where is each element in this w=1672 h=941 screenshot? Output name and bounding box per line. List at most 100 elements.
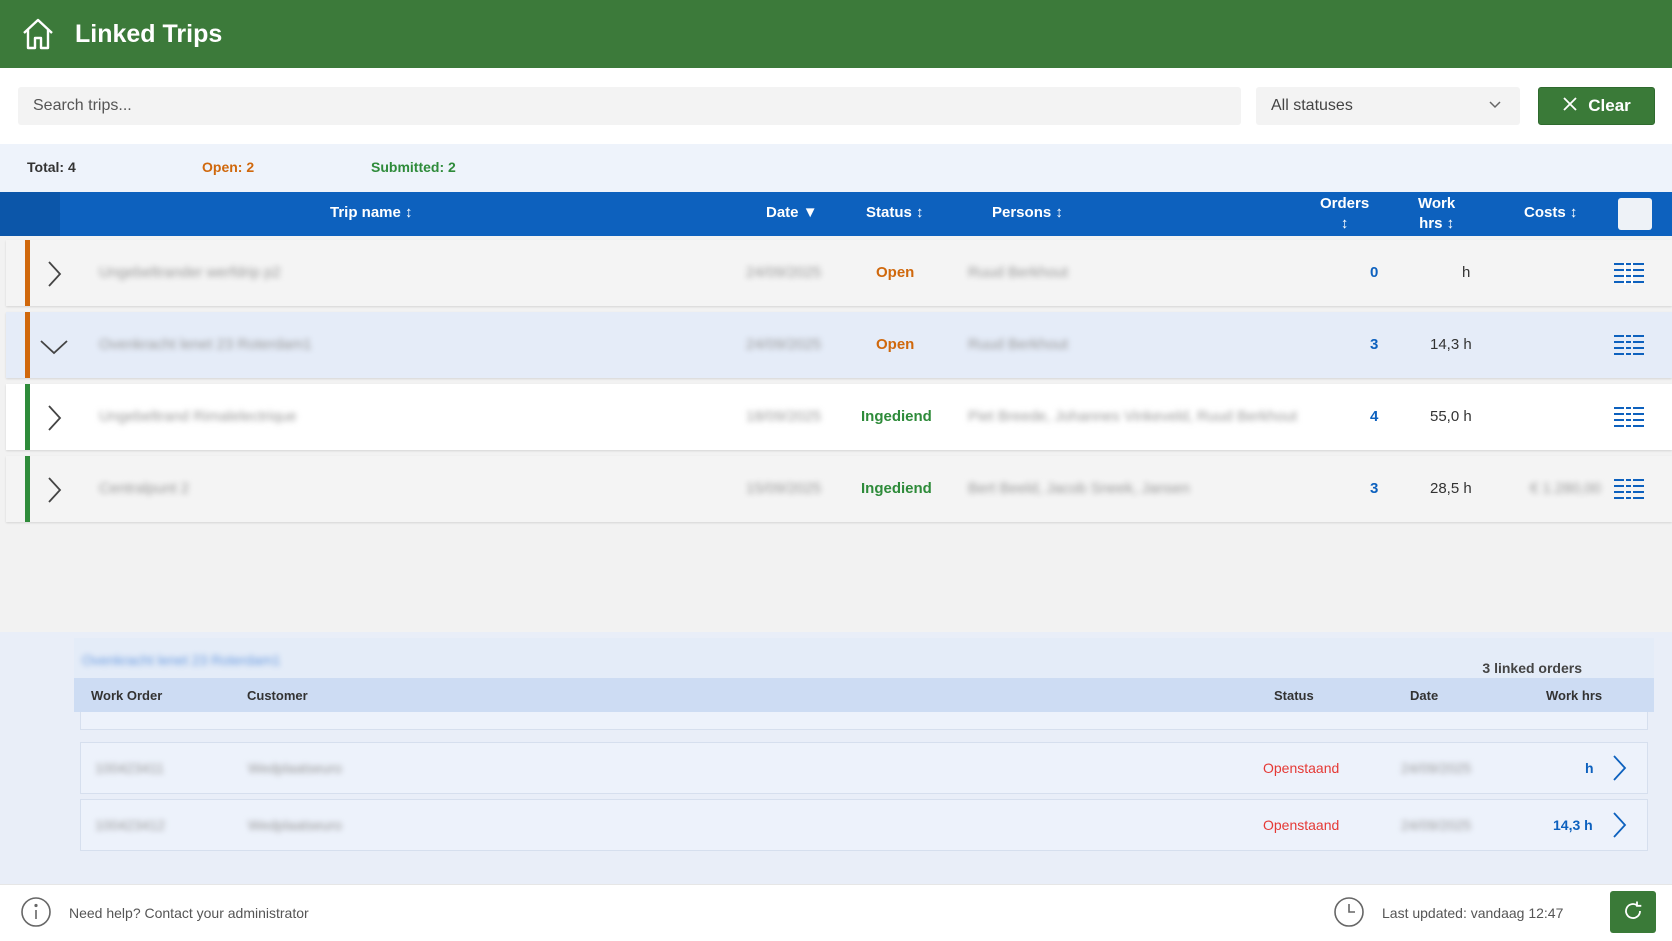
list-menu-icon[interactable]	[1613, 406, 1645, 435]
col-date[interactable]: Date ▼	[766, 204, 818, 221]
filter-bar: All statuses Clear	[0, 68, 1672, 144]
trip-date: 18/09/2025	[746, 408, 822, 425]
sort-icon: ↕	[1446, 215, 1455, 232]
search-input[interactable]	[18, 87, 1241, 125]
col-date: Date	[1410, 688, 1439, 703]
chevron-right-icon[interactable]	[36, 400, 72, 436]
stat-total: Total: 4	[27, 159, 76, 175]
trip-orders: 3	[1370, 480, 1379, 497]
trip-work-hrs: 28,5 h	[1430, 480, 1472, 497]
trip-costs: € 1.280,00	[1530, 480, 1601, 497]
order-status: Openstaand	[1263, 760, 1340, 776]
sort-icon: ↕	[916, 204, 924, 221]
sort-icon: ↕	[1340, 215, 1349, 232]
trip-persons: Ruud Berkhout	[968, 264, 1069, 281]
col-costs[interactable]: Costs ↕	[1524, 204, 1577, 221]
col-customer: Customer	[247, 688, 308, 703]
order-work-hrs: h	[1585, 760, 1594, 776]
stat-submitted: Submitted: 2	[371, 159, 456, 175]
trip-orders: 0	[1370, 264, 1379, 281]
trip-date: 15/09/2025	[746, 480, 822, 497]
trip-orders: 4	[1370, 408, 1379, 425]
detail-trip-title: Ovenkracht lenet 23 Roterdam1	[82, 652, 281, 668]
trip-orders: 3	[1370, 336, 1379, 353]
trip-persons: Piet Breede, Johannes Vinkeveld, Ruud Be…	[968, 408, 1298, 425]
trip-name: Ungebeltrander werfdrip p2	[99, 264, 281, 281]
sort-icon: ↕	[405, 204, 413, 221]
sort-icon: ↕	[1055, 204, 1063, 221]
col-work-order: Work Order	[91, 688, 163, 703]
chevron-right-icon[interactable]	[1611, 754, 1627, 785]
stats-bar: Total: 4 Open: 2 Submitted: 2	[0, 144, 1672, 192]
linked-orders-panel: Ovenkracht lenet 23 Roterdam1 3 linked o…	[0, 632, 1672, 884]
trip-row[interactable]: Ungebeltrander werfdrip p2 24/09/2025 Op…	[6, 240, 1672, 306]
info-icon[interactable]	[20, 896, 52, 931]
status-select[interactable]: All statuses	[1256, 87, 1520, 125]
trip-row[interactable]: Ovenkracht lenet 23 Roterdam1 24/09/2025…	[6, 312, 1672, 378]
chevron-right-icon[interactable]	[1611, 811, 1627, 842]
linked-orders-header: Work Order Customer Status Date Work hrs	[74, 678, 1654, 712]
linked-count: 3 linked orders	[1482, 660, 1582, 676]
order-work-hrs: 14,3 h	[1553, 817, 1593, 833]
refresh-icon	[1622, 900, 1644, 925]
col-orders[interactable]: Orders ↕	[1320, 194, 1369, 234]
home-icon[interactable]	[18, 14, 58, 54]
sort-desc-icon: ▼	[802, 204, 818, 221]
order-status: Openstaand	[1263, 817, 1340, 833]
col-trip-name[interactable]: Trip name ↕	[330, 204, 413, 221]
status-badge: Open	[876, 264, 915, 281]
trip-name: Centralpunt 2	[99, 480, 190, 497]
app-header: Linked Trips	[0, 0, 1672, 68]
column-settings-button[interactable]	[1618, 198, 1652, 230]
status-indicator	[25, 456, 30, 522]
status-indicator	[25, 384, 30, 450]
trip-date: 24/09/2025	[746, 264, 822, 281]
linked-order-row[interactable]: 100423411 Wedplaatseuro Openstaand 24/09…	[80, 742, 1648, 794]
col-persons[interactable]: Persons ↕	[992, 204, 1063, 221]
refresh-button[interactable]	[1610, 891, 1656, 933]
chevron-right-icon[interactable]	[36, 256, 72, 292]
work-order-number: 100423411	[95, 760, 165, 776]
help-text: Need help? Contact your administrator	[69, 905, 309, 921]
list-menu-icon[interactable]	[1613, 262, 1645, 291]
detail-card: Ovenkracht lenet 23 Roterdam1 3 linked o…	[74, 638, 1654, 678]
trip-date: 24/09/2025	[746, 336, 822, 353]
chevron-right-icon[interactable]	[36, 472, 72, 508]
clear-button-label: Clear	[1588, 96, 1631, 115]
list-item-partial	[80, 712, 1648, 730]
trip-row[interactable]: Centralpunt 2 15/09/2025 Ingediend Bert …	[6, 456, 1672, 522]
status-indicator	[25, 240, 30, 306]
status-badge: Open	[876, 336, 915, 353]
customer-name: Wedplaatseuro	[248, 817, 342, 833]
col-status: Status	[1274, 688, 1314, 703]
chevron-down-icon	[1488, 97, 1502, 116]
col-work-hrs: Work hrs	[1546, 688, 1603, 703]
close-icon	[1562, 96, 1578, 117]
chevron-down-icon[interactable]	[36, 328, 72, 364]
trip-persons: Ruud Berkhout	[968, 336, 1069, 353]
sort-icon: ↕	[1569, 204, 1578, 221]
order-date: 24/09/2025	[1401, 760, 1472, 776]
trips-table-header: Trip name ↕ Date ▼ Status ↕ Persons ↕ Or…	[0, 192, 1672, 236]
status-badge: Ingediend	[861, 480, 932, 497]
list-menu-icon[interactable]	[1613, 334, 1645, 363]
trip-work-hrs: 14,3 h	[1430, 336, 1472, 353]
clear-button[interactable]: Clear	[1538, 87, 1655, 125]
customer-name: Wedplaatseuro	[248, 760, 342, 776]
list-menu-icon[interactable]	[1613, 478, 1645, 507]
linked-order-row[interactable]: 100423412 Wedplaatseuro Openstaand 24/09…	[80, 799, 1648, 851]
status-badge: Ingediend	[861, 408, 932, 425]
last-updated: Last updated: vandaag 12:47	[1382, 905, 1564, 921]
status-indicator	[25, 312, 30, 378]
col-status[interactable]: Status ↕	[866, 204, 924, 221]
order-date: 24/09/2025	[1401, 817, 1472, 833]
header-spacer	[0, 192, 60, 236]
col-work-hrs[interactable]: Work hrs ↕	[1418, 194, 1455, 234]
trip-row[interactable]: Ungebeltrand Rimalelectrique 18/09/2025 …	[6, 384, 1672, 450]
trip-persons: Bert Beeld, Jacob Sneek, Jansen	[968, 480, 1190, 497]
trip-name: Ovenkracht lenet 23 Roterdam1	[99, 336, 312, 353]
footer: Need help? Contact your administrator La…	[0, 884, 1672, 941]
trip-name: Ungebeltrand Rimalelectrique	[99, 408, 297, 425]
page-title: Linked Trips	[75, 19, 223, 48]
work-order-number: 100423412	[95, 817, 166, 833]
